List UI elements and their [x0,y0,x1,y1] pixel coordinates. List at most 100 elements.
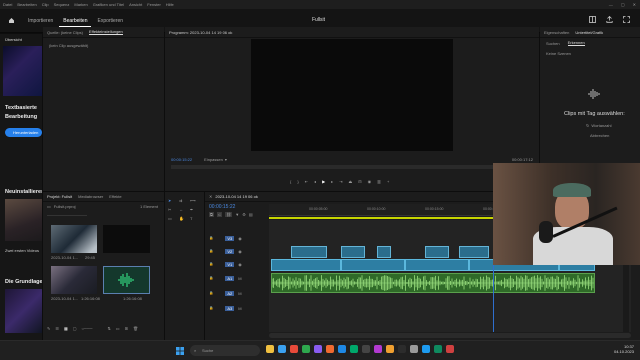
lock-icon[interactable]: 🔒 [209,236,213,240]
pen-tool-icon[interactable]: ✒ [190,207,199,212]
eye-icon[interactable]: ◉ [238,262,242,267]
app-icon[interactable] [422,345,430,353]
add-button-icon[interactable]: + [387,179,389,184]
track-header-v1[interactable]: 🔒 V1 ◉ [205,258,267,270]
add-marker-icon[interactable]: ▼ [235,212,239,217]
step-forward-icon[interactable]: ▸ [331,179,333,184]
video-clip[interactable] [459,246,489,258]
menu-item-grafiken[interactable]: Grafiken und Titel [93,2,124,7]
close-sequence-icon[interactable]: ✕ [209,194,212,199]
sequence-tab[interactable]: 2023-10-04 14 19 06 ok [215,194,257,199]
ripple-edit-icon[interactable]: ⟷ [190,198,199,203]
razor-tool-icon[interactable]: ✂ [168,207,177,212]
mark-in-icon[interactable]: { [290,179,291,184]
video-preview[interactable] [251,39,453,151]
lock-icon[interactable]: 🔒 [209,276,213,280]
new-item-icon[interactable]: ⊞ [125,326,128,331]
tutorial-thumbnail[interactable] [5,199,42,241]
app-icon[interactable] [386,345,394,353]
premiere-icon[interactable] [398,345,406,353]
app-icon[interactable] [314,345,322,353]
hand-tool-icon[interactable]: ✋ [179,216,188,221]
tab-uebersicht[interactable]: Übersicht [5,37,22,42]
audio-clip-thumbnail[interactable] [103,266,150,294]
app-icon[interactable] [410,345,418,353]
maximize-icon[interactable]: ▢ [621,2,625,7]
app-icon[interactable] [362,345,370,353]
eye-icon[interactable]: ◉ [238,236,242,241]
timeline-settings-icon[interactable]: ⚙ [242,212,246,217]
tab-captions[interactable]: Untertitel/Grafik [575,30,603,35]
freeform-view-icon[interactable]: ▢ [73,326,77,331]
track-header-a2[interactable]: 🔒 A2 M [205,286,267,300]
chrome-icon[interactable] [290,345,298,353]
extract-icon[interactable]: ⊟ [358,179,361,184]
download-button[interactable]: Herunterladen [5,128,42,137]
zoom-slider[interactable]: ○─── [82,326,93,331]
snap-icon[interactable]: ⊂ [216,212,223,217]
mark-out-icon[interactable]: } [297,179,298,184]
lift-icon[interactable]: ⏏ [349,179,353,184]
menu-item-sequenz[interactable]: Sequenz [54,2,70,7]
trash-icon[interactable]: 🗑 [133,326,138,331]
rectangle-tool-icon[interactable]: ▭ [168,216,177,221]
audio-clip[interactable] [271,273,595,293]
track-header-a1[interactable]: 🔒 A1 M [205,271,267,285]
track-header-v2[interactable]: 🔒 V2 ◉ [205,245,267,257]
menu-item-clip[interactable]: Clip [42,2,49,7]
step-back-icon[interactable]: ◂ [314,179,316,184]
eye-icon[interactable]: ◉ [238,249,242,254]
export-frame-icon[interactable]: ◉ [368,179,372,184]
video-clip[interactable] [405,259,469,271]
tab-bearbeiten[interactable]: Bearbeiten [59,16,92,27]
go-to-out-icon[interactable]: ⇥ [339,179,342,184]
taskbar-search-input[interactable]: ⌕ Suche [190,345,260,356]
app-icon[interactable] [302,345,310,353]
minimize-icon[interactable]: — [609,2,613,7]
subtab-erkennen[interactable]: Erkennen [567,40,585,46]
media-thumbnail[interactable] [51,225,97,253]
close-icon[interactable]: ✕ [633,2,636,7]
menu-item-datei[interactable]: Datei [3,2,12,7]
nest-icon[interactable]: ⧉ [209,212,214,217]
tab-project[interactable]: Projekt: Fullsit [47,194,72,199]
tab-properties[interactable]: Eigenschaften [544,30,569,35]
subtab-suchen[interactable]: Suchen [546,41,560,46]
app-icon[interactable] [446,345,454,353]
mute-icon[interactable]: M [238,291,241,296]
menu-item-hilfe[interactable]: Hilfe [166,2,174,7]
video-clip[interactable] [291,246,327,258]
tab-media-browser[interactable]: Mediabrowser [78,194,103,199]
media-thumbnail[interactable] [51,266,97,294]
media-thumbnail[interactable] [103,225,150,253]
video-clip[interactable] [341,246,365,258]
video-clip[interactable] [341,259,405,271]
tab-source[interactable]: Quelle: (keine Clips) [47,30,83,35]
app-icon[interactable] [326,345,334,353]
track-select-icon[interactable]: ⇉ [179,198,188,203]
cancel-option[interactable]: Abbrechen [590,133,609,138]
selection-tool-icon[interactable]: ➤ [168,198,177,203]
menu-item-marken[interactable]: Marken [74,2,87,7]
lock-icon[interactable]: 🔒 [209,291,213,295]
play-icon[interactable]: ▶ [322,179,325,184]
app-icon[interactable] [434,345,442,353]
comparison-view-icon[interactable]: ▥ [377,179,381,184]
tutorial-thumbnail[interactable] [3,46,42,96]
mute-icon[interactable]: M [238,306,241,311]
tab-effects[interactable]: Effekte [109,194,121,199]
lock-icon[interactable]: 🔒 [209,262,213,266]
mute-icon[interactable]: M [238,276,241,281]
sort-icon[interactable]: ⇅ [107,326,110,331]
lock-icon[interactable]: 🔒 [209,249,213,253]
monitor-scrub-bar[interactable] [171,165,533,169]
app-icon[interactable] [374,345,382,353]
tab-exportieren[interactable]: Exportieren [93,16,127,26]
list-view-icon[interactable]: ☰ [55,326,59,331]
type-tool-icon[interactable]: T [190,216,199,221]
horizontal-scrollbar[interactable] [269,333,631,338]
home-icon[interactable] [8,17,15,24]
tab-effect-controls[interactable]: Effekteinstellungen [89,29,123,35]
tab-importieren[interactable]: Importieren [24,16,57,26]
slip-tool-icon[interactable]: ↔ [179,207,188,212]
